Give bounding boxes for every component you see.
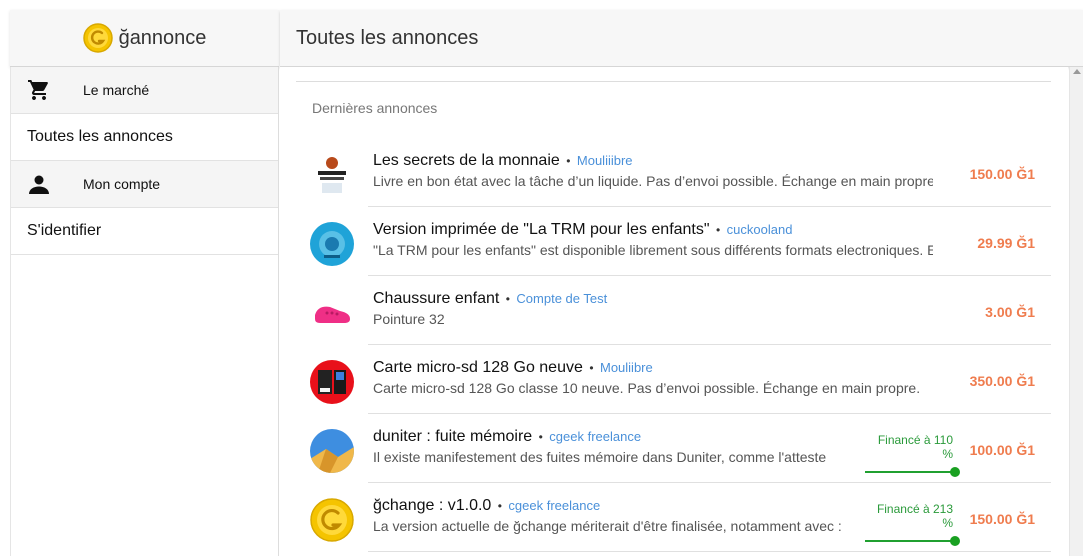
ad-row[interactable]: ğchange : v1.0.0 • cgeek freelance La ve… <box>296 483 1051 552</box>
funding-indicator: Financé à 213 % <box>865 502 961 546</box>
ad-title: Carte micro-sd 128 Go neuve <box>373 359 583 376</box>
sidebar-item-account[interactable]: Mon compte <box>11 161 278 208</box>
sidebar-item-market[interactable]: Le marché <box>11 67 278 114</box>
ad-title: ğchange : v1.0.0 <box>373 497 492 514</box>
sidebar-item-all-ads[interactable]: Toutes les annonces <box>11 114 278 161</box>
brand-logo-link[interactable]: ğannonce <box>82 23 207 53</box>
bullet-separator: • <box>716 223 721 237</box>
section-label: Dernières annonces <box>312 100 438 116</box>
ad-title: Version imprimée de "La TRM pour les enf… <box>373 221 710 238</box>
ad-author-link[interactable]: cuckooland <box>727 222 793 237</box>
brand-prefix: ğ <box>118 26 130 49</box>
sidebar-item-label: Le marché <box>83 82 150 98</box>
sidebar-item-login[interactable]: S'identifier <box>11 208 278 255</box>
ad-thumbnail-gchange <box>310 498 354 542</box>
funding-label: Financé à 213 % <box>876 502 953 530</box>
ad-price: 150.00 Ğ1 <box>969 166 1035 182</box>
bullet-separator: • <box>566 154 571 168</box>
ad-title: duniter : fuite mémoire <box>373 428 533 445</box>
ad-row[interactable]: Chaussure enfant • Compte de Test Pointu… <box>296 276 1051 345</box>
funding-indicator: Financé à 110 % <box>865 433 961 477</box>
funding-knob <box>950 467 960 477</box>
funding-label: Financé à 110 % <box>877 433 953 461</box>
bullet-separator: • <box>589 361 594 375</box>
ad-description: "La TRM pour les enfants" est disponible… <box>373 242 933 258</box>
ad-price: 3.00 Ğ1 <box>985 304 1035 320</box>
ad-description: Pointure 32 <box>373 311 445 327</box>
ad-price: 100.00 Ğ1 <box>969 442 1035 458</box>
ad-author-link[interactable]: Mouliiibre <box>577 153 633 168</box>
ad-description: Carte micro-sd 128 Go classe 10 neuve. P… <box>373 380 921 396</box>
ad-title: Chaussure enfant <box>373 290 500 307</box>
g1-coin-logo-icon <box>82 23 113 53</box>
bullet-separator: • <box>497 499 502 513</box>
ad-thumbnail-trm-book <box>310 222 354 266</box>
ad-thumbnail-book <box>310 153 354 197</box>
ad-price: 29.99 Ğ1 <box>977 235 1035 251</box>
sidebar: Le marché Toutes les annonces Mon compte… <box>10 67 279 556</box>
page-title: Toutes les annonces <box>296 26 479 49</box>
scroll-up-arrow-icon[interactable] <box>1073 69 1081 74</box>
bullet-separator: • <box>538 430 543 444</box>
ad-row[interactable]: Version imprimée de "La TRM pour les enf… <box>296 207 1051 276</box>
ad-description: Livre en bon état avec la tâche d’un liq… <box>373 173 933 189</box>
ad-thumbnail-duniter <box>310 429 354 473</box>
ad-price: 350.00 Ğ1 <box>969 373 1035 389</box>
funding-progress-bar <box>865 536 960 546</box>
ad-price: 150.00 Ğ1 <box>969 511 1035 527</box>
brand-name: annonce <box>129 26 207 49</box>
ad-author-link[interactable]: Mouliibre <box>600 360 653 375</box>
ad-description: Il existe manifestement des fuites mémoi… <box>373 449 827 465</box>
ad-author-link[interactable]: Compte de Test <box>516 291 607 306</box>
brand-header: ğannonce <box>10 10 279 67</box>
ads-card: Dernières annonces Les secrets de la mon… <box>296 81 1051 556</box>
vertical-scrollbar[interactable] <box>1069 67 1083 556</box>
ads-list: Les secrets de la monnaie • Mouliiibre L… <box>296 138 1051 552</box>
sidebar-item-label: S'identifier <box>27 222 102 239</box>
sidebar-item-label: Mon compte <box>83 176 161 192</box>
main-content: Dernières annonces Les secrets de la mon… <box>280 67 1068 556</box>
bullet-separator: • <box>505 292 510 306</box>
ad-title: Les secrets de la monnaie <box>373 152 560 169</box>
ad-description: La version actuelle de ğchange mériterai… <box>373 518 842 534</box>
page-header: Toutes les annonces <box>280 10 1083 67</box>
ad-row[interactable]: Carte micro-sd 128 Go neuve • Mouliibre … <box>296 345 1051 414</box>
ad-row[interactable]: duniter : fuite mémoire • cgeek freelanc… <box>296 414 1051 483</box>
funding-knob <box>950 536 960 546</box>
ad-author-link[interactable]: cgeek freelance <box>549 429 641 444</box>
ad-row[interactable]: Les secrets de la monnaie • Mouliiibre L… <box>296 138 1051 207</box>
funding-progress-bar <box>865 467 960 477</box>
ad-author-link[interactable]: cgeek freelance <box>508 498 600 513</box>
cart-icon <box>27 78 51 102</box>
ad-thumbnail-sd-card <box>310 360 354 404</box>
ad-thumbnail-shoe <box>310 291 354 335</box>
sidebar-item-label: Toutes les annonces <box>27 128 173 145</box>
person-icon <box>27 172 51 196</box>
